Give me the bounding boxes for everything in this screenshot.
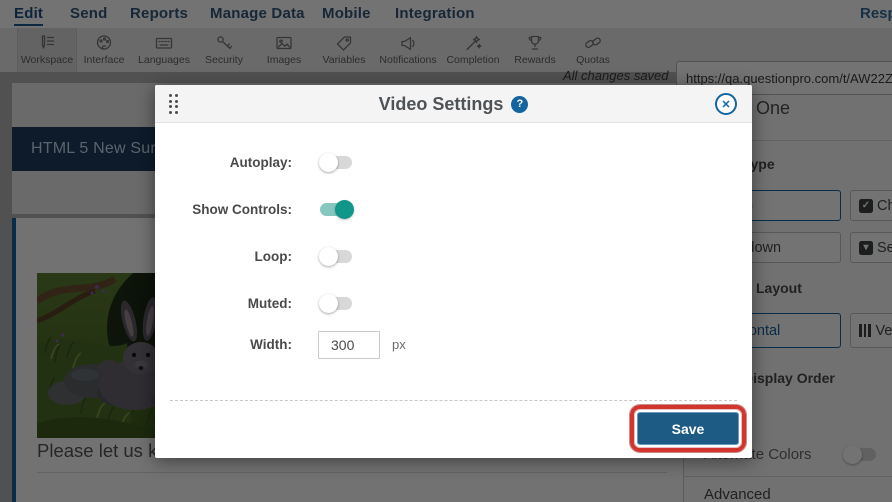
save-button[interactable]: Save <box>637 412 739 445</box>
width-unit: px <box>392 337 406 352</box>
save-highlight-ring: Save <box>630 405 746 452</box>
loop-toggle[interactable] <box>319 247 352 266</box>
show-controls-toggle[interactable] <box>320 200 354 219</box>
loop-label: Loop: <box>254 249 292 264</box>
show-controls-label: Show Controls: <box>192 202 292 217</box>
muted-toggle[interactable] <box>319 294 352 313</box>
autoplay-toggle[interactable] <box>319 153 352 172</box>
modal-title: Video Settings <box>378 93 504 114</box>
modal-title-wrap: Video Settings ? <box>155 85 752 123</box>
muted-label: Muted: <box>247 296 292 311</box>
footer-divider <box>170 400 737 401</box>
close-icon[interactable]: ✕ <box>715 93 737 115</box>
video-settings-modal: Video Settings ? ✕ Autoplay: Show Contro… <box>155 85 752 458</box>
modal-header: Video Settings ? ✕ <box>155 85 752 123</box>
app-window: Edit Send Reports Manage Data Mobile Int… <box>0 0 892 502</box>
width-label: Width: <box>250 337 292 352</box>
width-input[interactable] <box>318 331 380 359</box>
autoplay-label: Autoplay: <box>229 155 292 170</box>
help-icon[interactable]: ? <box>511 95 529 113</box>
